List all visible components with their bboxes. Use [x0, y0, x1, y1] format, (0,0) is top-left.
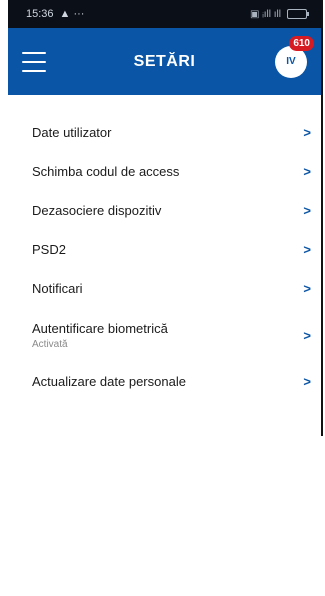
settings-item-label: Dezasociere dispozitiv	[32, 203, 162, 218]
battery-icon	[287, 9, 309, 19]
signal-icon: ▣ ᵢıll ıll	[249, 8, 281, 20]
settings-item-label: Notificari	[32, 281, 83, 296]
notification-icons: ▲ ···	[59, 8, 85, 20]
chevron-right-icon: >	[303, 327, 311, 343]
chevron-right-icon: >	[303, 164, 311, 179]
settings-item-change-access-code[interactable]: Schimba codul de access >	[8, 152, 321, 191]
chevron-right-icon: >	[303, 374, 311, 389]
chevron-right-icon: >	[303, 125, 311, 140]
settings-item-unpair-device[interactable]: Dezasociere dispozitiv >	[8, 191, 321, 230]
settings-item-label: Date utilizator	[32, 125, 112, 140]
profile-button[interactable]: IV 610	[275, 35, 314, 78]
settings-item-update-personal-data[interactable]: Actualizare date personale >	[8, 362, 321, 401]
settings-item-label: Actualizare date personale	[32, 374, 186, 389]
chevron-right-icon: >	[303, 281, 311, 296]
status-right: ▣ ᵢıll ıll	[249, 8, 309, 20]
settings-list: Date utilizator > Schimba codul de acces…	[8, 95, 321, 401]
settings-item-status: Activată	[32, 338, 68, 350]
hamburger-menu-icon[interactable]	[22, 51, 46, 72]
notification-badge: 610	[289, 35, 314, 51]
settings-item-label: Autentificare biometrică	[32, 320, 168, 336]
chevron-right-icon: >	[303, 242, 311, 257]
settings-item-psd2[interactable]: PSD2 >	[8, 230, 321, 269]
phone-screen: 15:36 ▲ ··· ▣ ᵢıll ıll SETĂRI IV 610 Dat…	[8, 0, 323, 436]
status-time: 15:36	[26, 8, 54, 20]
status-bar: 15:36 ▲ ··· ▣ ᵢıll ıll	[8, 0, 321, 28]
settings-item-label: PSD2	[32, 242, 66, 257]
settings-item-user-data[interactable]: Date utilizator >	[8, 113, 321, 152]
status-left: 15:36 ▲ ···	[26, 8, 84, 20]
settings-item-biometric-auth[interactable]: Autentificare biometrică Activată >	[8, 308, 321, 362]
settings-item-label: Schimba codul de access	[32, 164, 180, 179]
chevron-right-icon: >	[303, 203, 311, 218]
settings-item-notifications[interactable]: Notificari >	[8, 269, 321, 308]
app-header: SETĂRI IV 610	[8, 28, 321, 95]
